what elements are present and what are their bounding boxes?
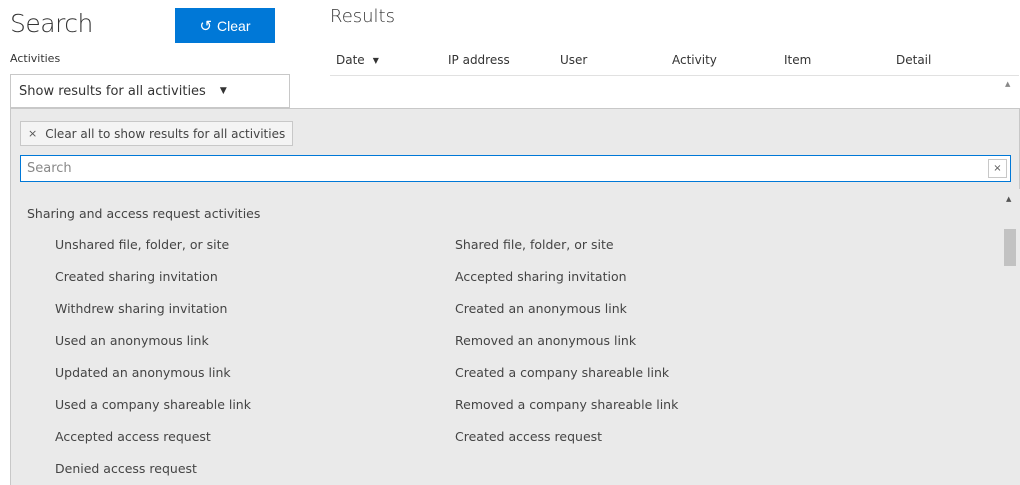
activity-item[interactable]: Denied access request xyxy=(55,461,197,476)
column-header-date[interactable]: Date ▼ xyxy=(336,53,379,67)
column-header-item[interactable]: Item xyxy=(784,53,811,67)
list-scrollbar[interactable]: ▲ xyxy=(1002,189,1020,485)
clear-button-label: Clear xyxy=(217,17,251,34)
activities-dropdown-value: Show results for all activities xyxy=(19,83,206,99)
clear-button[interactable]: ↺ Clear xyxy=(175,8,275,43)
scrollbar-thumb[interactable] xyxy=(1004,229,1016,266)
activity-search-box: × xyxy=(20,155,1011,182)
activity-item[interactable]: Created sharing invitation xyxy=(55,269,218,284)
activity-item[interactable]: Shared file, folder, or site xyxy=(455,237,614,252)
column-header-date-label: Date xyxy=(336,53,365,67)
column-header-detail[interactable]: Detail xyxy=(896,53,931,67)
clear-search-icon[interactable]: × xyxy=(988,159,1007,178)
activity-item[interactable]: Unshared file, folder, or site xyxy=(55,237,229,252)
column-header-activity[interactable]: Activity xyxy=(672,53,717,67)
activity-item[interactable]: Used an anonymous link xyxy=(55,333,209,348)
column-header-user[interactable]: User xyxy=(560,53,587,67)
group-title: Sharing and access request activities xyxy=(27,206,261,221)
column-header-ip-address[interactable]: IP address xyxy=(448,53,510,67)
results-title: Results xyxy=(330,6,395,27)
activity-item[interactable]: Updated an anonymous link xyxy=(55,365,231,380)
activity-item[interactable]: Created access request xyxy=(455,429,602,444)
scroll-up-arrow-icon[interactable]: ▲ xyxy=(1005,80,1010,88)
activity-list: Sharing and access request activities Un… xyxy=(11,189,1001,485)
activity-item[interactable]: Removed a company shareable link xyxy=(455,397,678,412)
scroll-up-arrow-icon[interactable]: ▲ xyxy=(1006,195,1011,203)
activity-search-input[interactable] xyxy=(21,156,981,181)
activity-item[interactable]: Removed an anonymous link xyxy=(455,333,636,348)
close-icon: × xyxy=(28,127,38,140)
activity-item[interactable]: Created an anonymous link xyxy=(455,301,627,316)
activity-item[interactable]: Accepted access request xyxy=(55,429,211,444)
activity-item[interactable]: Created a company shareable link xyxy=(455,365,669,380)
activity-item[interactable]: Accepted sharing invitation xyxy=(455,269,627,284)
clear-all-chip-label: Clear all to show results for all activi… xyxy=(45,126,286,141)
activity-item[interactable]: Withdrew sharing invitation xyxy=(55,301,227,316)
activities-dropdown-panel: × Clear all to show results for all acti… xyxy=(10,108,1020,485)
results-table-header: Date ▼ IP address User Activity Item Deta… xyxy=(330,48,1019,76)
clear-all-chip[interactable]: × Clear all to show results for all acti… xyxy=(20,121,294,146)
activity-item[interactable]: Used a company shareable link xyxy=(55,397,251,412)
undo-icon: ↺ xyxy=(199,17,213,35)
sort-descending-icon: ▼ xyxy=(372,56,379,65)
activities-dropdown[interactable]: Show results for all activities ▼ xyxy=(10,74,290,108)
caret-down-icon: ▼ xyxy=(219,86,227,96)
activities-label: Activities xyxy=(10,52,61,65)
page-title: Search xyxy=(10,9,93,38)
